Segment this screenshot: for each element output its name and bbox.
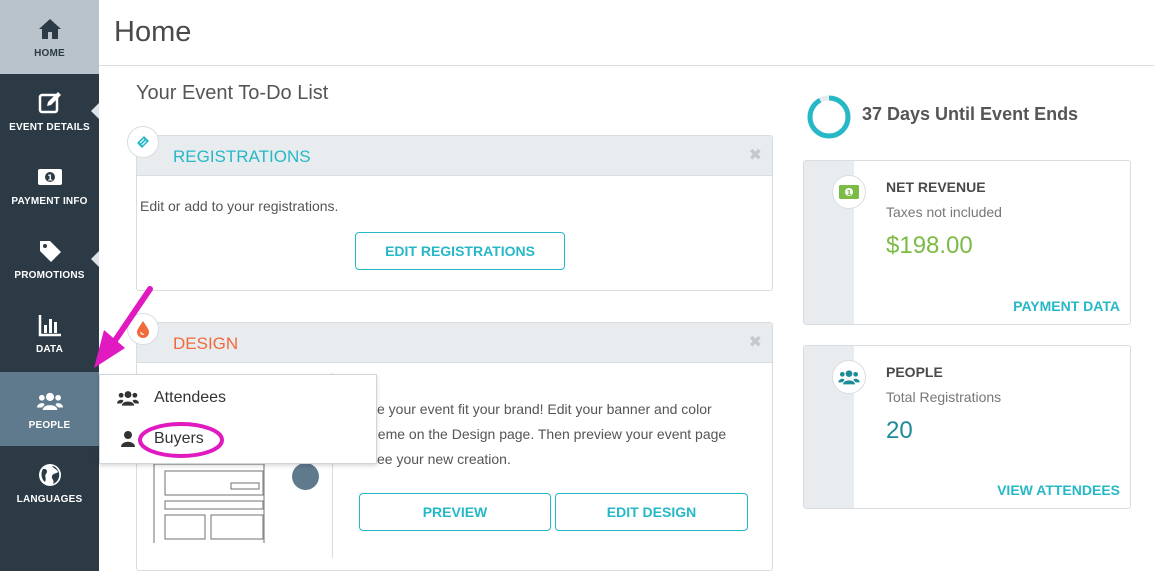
annotation-circle <box>138 422 224 458</box>
annotation-arrow-shaft <box>109 286 153 348</box>
annotation-overlay <box>94 286 224 458</box>
